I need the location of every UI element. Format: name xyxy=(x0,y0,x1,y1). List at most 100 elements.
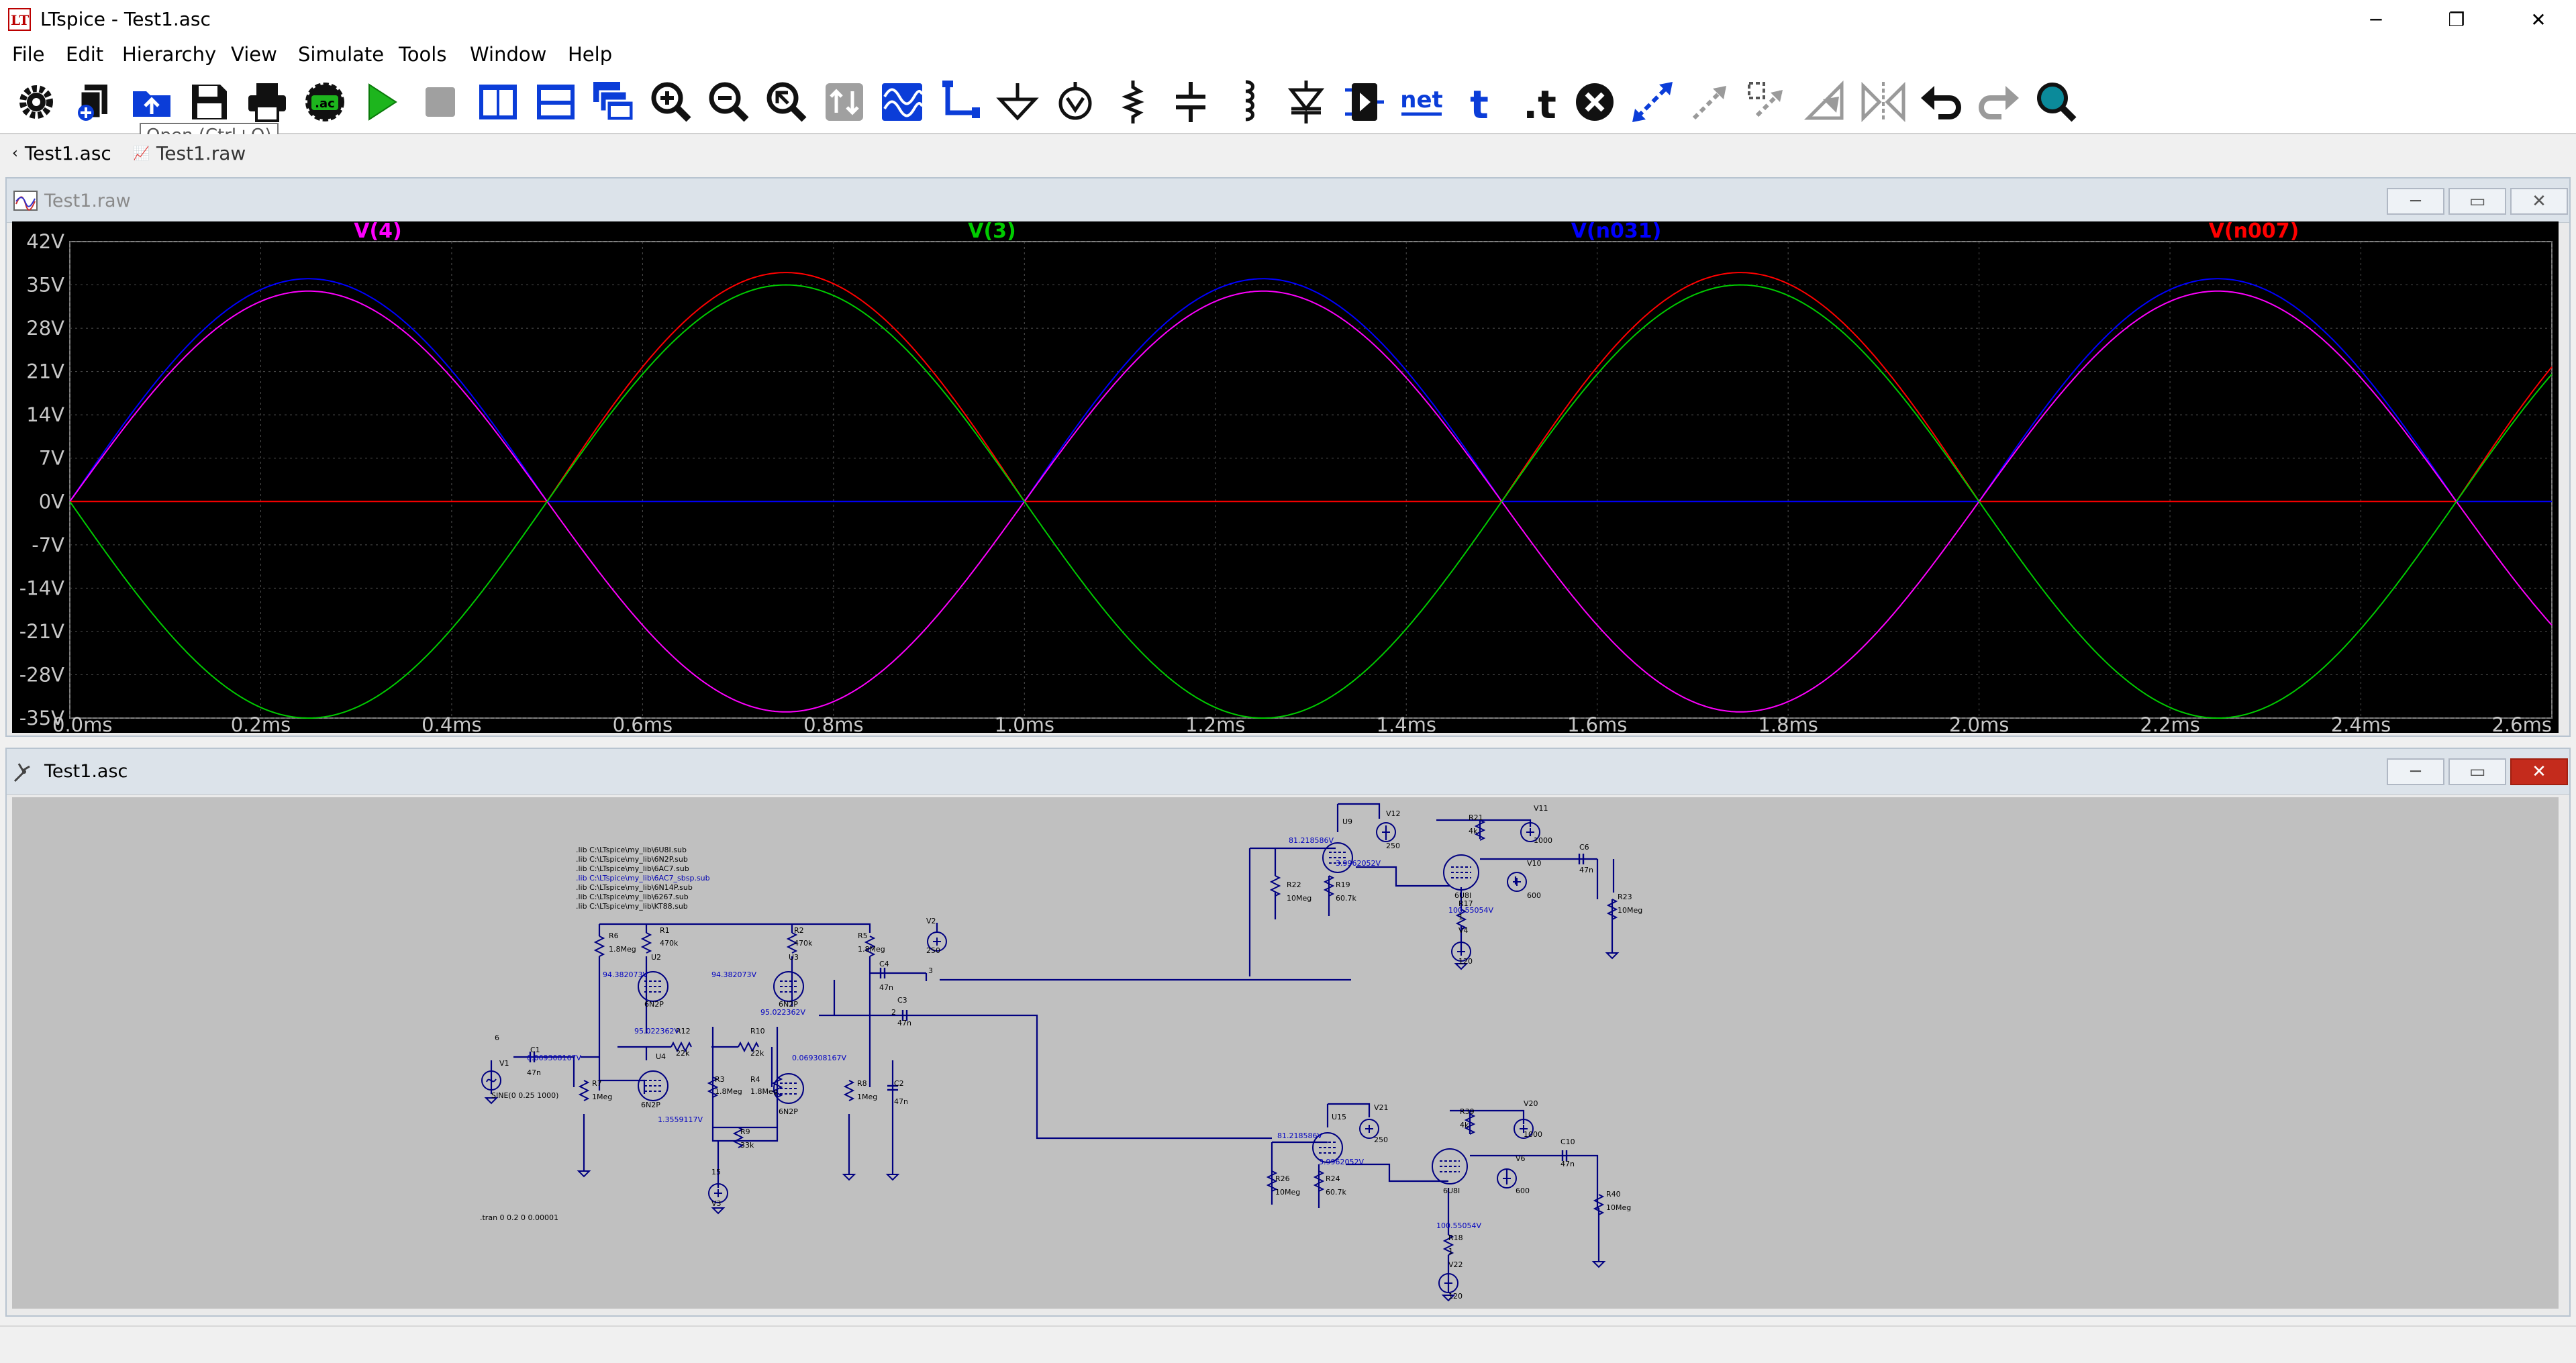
component-label: R3 xyxy=(715,1075,725,1084)
schematic-canvas[interactable]: .lib C:\LTspice\my_lib\6U8I.sub .lib C:\L… xyxy=(12,797,2559,1309)
component-label: C2 xyxy=(894,1079,904,1088)
menu-tools[interactable]: Tools xyxy=(399,43,446,66)
y-tick-label: -14V xyxy=(19,576,64,599)
diode-icon[interactable] xyxy=(1282,78,1330,126)
menu-help[interactable]: Help xyxy=(568,43,612,66)
legend-v3[interactable]: V(3) xyxy=(968,219,1016,243)
component-label: V12 xyxy=(1386,809,1401,818)
component-label: 6U8I xyxy=(1443,1187,1460,1195)
component-label: 1000 xyxy=(1524,1130,1542,1139)
node-voltage: 95.022362V xyxy=(760,1008,805,1017)
drag-icon[interactable] xyxy=(1686,78,1734,126)
rotate-icon[interactable] xyxy=(1801,78,1850,126)
resistor-icon[interactable] xyxy=(1109,78,1157,126)
lib-directive[interactable]: .lib C:\LTspice\my_lib\KT88.sub xyxy=(576,902,688,911)
restore-button[interactable]: ❐ xyxy=(2426,0,2487,39)
x-tick-label: 2.0ms xyxy=(1949,713,2009,733)
x-tick-label: 0.8ms xyxy=(803,713,863,733)
lib-directive[interactable]: .lib C:\LTspice\my_lib\6N2P.sub xyxy=(576,855,688,864)
cascade-windows-icon[interactable] xyxy=(589,78,638,126)
component-label: V3 xyxy=(711,1199,722,1208)
move-icon[interactable] xyxy=(1628,78,1677,126)
component-label: 1Meg xyxy=(857,1093,877,1101)
plot-traces xyxy=(69,272,2553,719)
component-label: 120 xyxy=(1448,1292,1463,1301)
component-label: U15 xyxy=(1332,1113,1346,1121)
tile-horizontal-icon[interactable] xyxy=(532,78,580,126)
text-icon[interactable]: t xyxy=(1455,78,1503,126)
minimize-button[interactable]: ─ xyxy=(2345,0,2407,39)
tile-vertical-icon[interactable] xyxy=(474,78,522,126)
lib-directive[interactable]: .lib C:\LTspice\my_lib\6AC7.sub xyxy=(576,864,689,873)
trace-vn031[interactable] xyxy=(69,278,2552,503)
lib-directive[interactable]: .lib C:\LTspice\my_lib\6U8I.sub xyxy=(576,846,687,854)
menu-hierarchy[interactable]: Hierarchy xyxy=(122,43,216,66)
mirror-icon[interactable] xyxy=(1859,78,1908,126)
lib-directive[interactable]: .lib C:\LTspice\my_lib\6AC7_sbsp.sub xyxy=(576,874,710,882)
new-schematic-icon[interactable] xyxy=(70,78,118,126)
delete-icon[interactable] xyxy=(1571,78,1619,126)
zoom-out-icon[interactable] xyxy=(705,78,753,126)
component-label: R40 xyxy=(1606,1190,1621,1199)
legend-v4[interactable]: V(4) xyxy=(354,219,402,243)
component-label: 22k xyxy=(750,1049,764,1058)
edit-simulation-command-icon[interactable]: .ac xyxy=(301,78,349,126)
stop-icon[interactable] xyxy=(416,78,464,126)
undo-icon[interactable] xyxy=(1917,78,1965,126)
x-tick-label: 2.4ms xyxy=(2331,713,2391,733)
menu-file[interactable]: File xyxy=(12,43,45,66)
print-icon[interactable] xyxy=(243,78,291,126)
legend-vn007[interactable]: V(n007) xyxy=(2209,219,2299,243)
waveform-viewer-icon[interactable] xyxy=(878,78,926,126)
menu-edit[interactable]: Edit xyxy=(66,43,103,66)
node-voltage: 3.9962052V xyxy=(1319,1158,1364,1166)
capacitor-icon[interactable] xyxy=(1167,78,1215,126)
status-bar xyxy=(0,1325,2576,1363)
component-label: U2 xyxy=(651,953,661,962)
wave-minimize-button[interactable]: ─ xyxy=(2387,188,2444,215)
trace-vn007[interactable] xyxy=(70,272,2553,503)
legend-vn031[interactable]: V(n031) xyxy=(1571,219,1662,243)
component-label: 47n xyxy=(1579,866,1593,874)
draw-wire-icon[interactable] xyxy=(936,78,984,126)
zoom-fit-icon[interactable] xyxy=(762,78,811,126)
label-net-icon[interactable] xyxy=(1051,78,1099,126)
tran-directive[interactable]: .tran 0 0.2 0 0.00001 xyxy=(480,1213,558,1222)
component-label: R18 xyxy=(1448,1233,1463,1242)
inductor-icon[interactable] xyxy=(1224,78,1273,126)
component-label: R6 xyxy=(609,931,619,940)
wave-restore-button[interactable]: ▭ xyxy=(2448,188,2506,215)
component-label: C10 xyxy=(1561,1138,1575,1146)
component-label: V21 xyxy=(1374,1103,1389,1112)
lib-directive[interactable]: .lib C:\LTspice\my_lib\6N14P.sub xyxy=(576,883,693,892)
find-icon[interactable] xyxy=(2032,78,2081,126)
open-folder-icon[interactable] xyxy=(128,78,176,126)
spice-directive-icon[interactable]: .t xyxy=(1513,78,1561,126)
redo-icon[interactable] xyxy=(1975,78,2023,126)
save-icon[interactable] xyxy=(185,78,234,126)
sch-close-button[interactable]: ✕ xyxy=(2510,758,2568,785)
menu-view[interactable]: View xyxy=(231,43,277,66)
x-tick-label: 1.2ms xyxy=(1185,713,1245,733)
menu-simulate[interactable]: Simulate xyxy=(298,43,384,66)
y-tick-label: 35V xyxy=(26,274,64,297)
tab-schematic[interactable]: ‹ Test1.asc xyxy=(12,140,111,166)
menu-window[interactable]: Window xyxy=(470,43,546,66)
zoom-in-icon[interactable] xyxy=(647,78,695,126)
settings-gear-icon[interactable] xyxy=(12,78,60,126)
spice-directive-net-icon[interactable]: net xyxy=(1397,78,1446,126)
window-title: LTspice - Test1.asc xyxy=(40,8,211,30)
lib-directive[interactable]: .lib C:\LTspice\my_lib\6267.sub xyxy=(576,893,689,901)
waveform-plot[interactable]: 42V 35V 28V 21V 14V 7V 0V -7V -14V -21V -28V -35V 0… xyxy=(12,219,2559,736)
y-tick-label: -21V xyxy=(19,620,64,643)
close-button[interactable]: ✕ xyxy=(2508,0,2569,39)
sch-minimize-button[interactable]: ─ xyxy=(2387,758,2444,785)
run-icon[interactable] xyxy=(358,78,407,126)
tab-waveform[interactable]: 📈 Test1.raw xyxy=(133,140,246,166)
undo-move-icon[interactable] xyxy=(1744,78,1792,126)
autorange-icon[interactable] xyxy=(820,78,869,126)
component-icon[interactable] xyxy=(1340,78,1388,126)
ground-icon[interactable] xyxy=(993,78,1042,126)
wave-close-button[interactable]: ✕ xyxy=(2510,188,2568,215)
sch-restore-button[interactable]: ▭ xyxy=(2448,758,2506,785)
